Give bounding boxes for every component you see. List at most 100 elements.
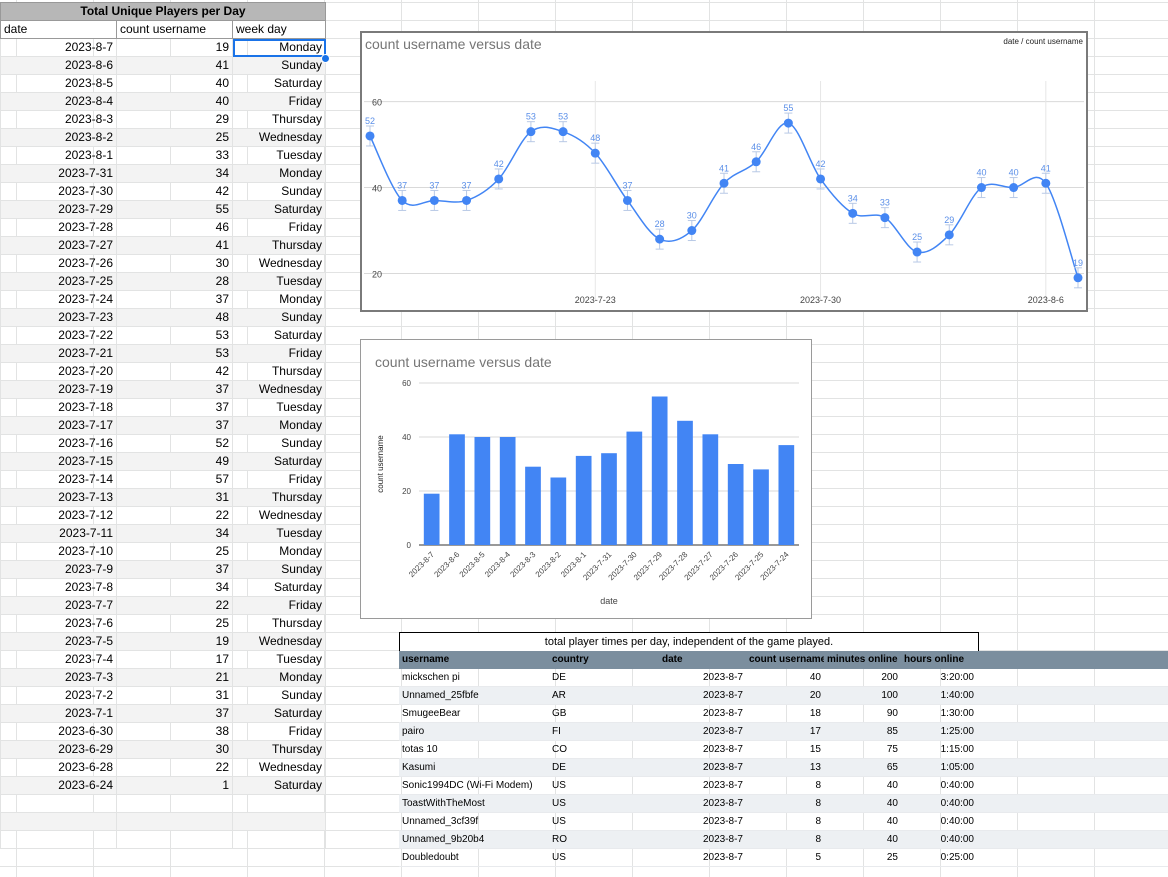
count-cell[interactable]: 57	[116, 470, 233, 489]
date-cell[interactable]: 2023-7-5	[0, 632, 117, 651]
count-cell[interactable]: 30	[116, 254, 233, 273]
count-cell[interactable]: 53	[116, 344, 233, 363]
empty-cell[interactable]	[977, 848, 1168, 867]
empty-cell[interactable]	[977, 776, 1168, 795]
empty-cell[interactable]	[232, 812, 326, 831]
date-cell[interactable]: 2023-6-29	[0, 740, 117, 759]
count-cell[interactable]: 38	[116, 722, 233, 741]
weekday-cell[interactable]: Sunday	[232, 434, 326, 453]
date-cell[interactable]: 2023-7-29	[0, 200, 117, 219]
date-cell[interactable]: 2023-7-22	[0, 326, 117, 345]
count-cell[interactable]: 8	[746, 794, 824, 813]
count-cell[interactable]: 18	[746, 704, 824, 723]
empty-header-cell[interactable]	[977, 651, 1168, 669]
empty-cell[interactable]	[977, 794, 1168, 813]
minutes-cell[interactable]: 40	[824, 794, 901, 813]
count-cell[interactable]: 25	[116, 128, 233, 147]
date-cell[interactable]: 2023-7-31	[0, 164, 117, 183]
date-cell[interactable]: 2023-7-16	[0, 434, 117, 453]
weekday-cell[interactable]: Saturday	[232, 452, 326, 471]
empty-cell[interactable]	[977, 668, 1168, 687]
weekday-cell[interactable]: Thursday	[232, 236, 326, 255]
count-cell[interactable]: 1	[116, 776, 233, 795]
weekday-cell[interactable]: Thursday	[232, 362, 326, 381]
count-cell[interactable]: 29	[116, 110, 233, 129]
empty-cell[interactable]	[0, 794, 117, 813]
weekday-cell[interactable]: Wednesday	[232, 380, 326, 399]
count-cell[interactable]: 33	[116, 146, 233, 165]
weekday-cell[interactable]: Sunday	[232, 182, 326, 201]
minutes-cell[interactable]: 40	[824, 776, 901, 795]
country-cell[interactable]: DE	[549, 668, 659, 687]
column-header-date[interactable]: date	[659, 651, 746, 669]
hours-cell[interactable]: 1:30:00	[901, 704, 977, 723]
date-cell[interactable]: 2023-8-7	[659, 722, 746, 741]
date-cell[interactable]: 2023-8-7	[0, 38, 117, 57]
date-cell[interactable]: 2023-7-17	[0, 416, 117, 435]
weekday-cell[interactable]: Thursday	[232, 614, 326, 633]
weekday-cell[interactable]: Saturday	[232, 74, 326, 93]
minutes-cell[interactable]: 65	[824, 758, 901, 777]
bar-chart[interactable]: count username versus date 0 20 40 60 2023-8-…	[360, 339, 812, 619]
country-cell[interactable]: AR	[549, 686, 659, 705]
count-cell[interactable]: 34	[116, 524, 233, 543]
weekday-cell[interactable]: Tuesday	[232, 272, 326, 291]
username-cell[interactable]: SmugeeBear	[399, 704, 549, 723]
date-cell[interactable]: 2023-7-21	[0, 344, 117, 363]
weekday-cell[interactable]: Friday	[232, 344, 326, 363]
count-cell[interactable]: 37	[116, 398, 233, 417]
hours-cell[interactable]: 1:40:00	[901, 686, 977, 705]
date-cell[interactable]: 2023-8-7	[659, 848, 746, 867]
empty-cell[interactable]	[0, 830, 117, 849]
count-cell[interactable]: 25	[116, 614, 233, 633]
weekday-cell[interactable]: Friday	[232, 596, 326, 615]
weekday-cell[interactable]: Saturday	[232, 704, 326, 723]
country-cell[interactable]: US	[549, 812, 659, 831]
weekday-cell[interactable]: Tuesday	[232, 650, 326, 669]
selection-fill-handle[interactable]	[321, 54, 330, 63]
weekday-cell[interactable]: Thursday	[232, 740, 326, 759]
weekday-cell[interactable]: Wednesday	[232, 254, 326, 273]
weekday-cell[interactable]: Monday	[232, 416, 326, 435]
empty-cell[interactable]	[977, 686, 1168, 705]
table-title[interactable]: Total Unique Players per Day	[0, 2, 326, 21]
username-cell[interactable]: Unnamed_3cf39f	[399, 812, 549, 831]
weekday-cell[interactable]: Friday	[232, 470, 326, 489]
date-cell[interactable]: 2023-8-7	[659, 668, 746, 687]
column-header-count-username[interactable]: count username	[746, 651, 824, 669]
weekday-cell[interactable]: Monday	[232, 38, 326, 57]
username-cell[interactable]: Kasumi	[399, 758, 549, 777]
date-cell[interactable]: 2023-7-27	[0, 236, 117, 255]
hours-cell[interactable]: 0:40:00	[901, 812, 977, 831]
date-cell[interactable]: 2023-8-7	[659, 830, 746, 849]
minutes-cell[interactable]: 100	[824, 686, 901, 705]
line-chart[interactable]: count username versus date date / count u…	[360, 31, 1088, 312]
username-cell[interactable]: totas 10	[399, 740, 549, 759]
column-header-country[interactable]: country	[549, 651, 659, 669]
minutes-cell[interactable]: 40	[824, 830, 901, 849]
count-cell[interactable]: 49	[116, 452, 233, 471]
hours-cell[interactable]: 0:40:00	[901, 776, 977, 795]
date-cell[interactable]: 2023-7-8	[0, 578, 117, 597]
count-cell[interactable]: 25	[116, 542, 233, 561]
minutes-cell[interactable]: 200	[824, 668, 901, 687]
column-header-hours-online[interactable]: hours online	[901, 651, 977, 669]
player-times-title[interactable]: total player times per day, independent …	[399, 632, 979, 652]
date-cell[interactable]: 2023-7-9	[0, 560, 117, 579]
weekday-cell[interactable]: Monday	[232, 164, 326, 183]
weekday-cell[interactable]: Saturday	[232, 776, 326, 795]
count-cell[interactable]: 22	[116, 596, 233, 615]
count-cell[interactable]: 17	[116, 650, 233, 669]
count-cell[interactable]: 20	[746, 686, 824, 705]
date-cell[interactable]: 2023-7-2	[0, 686, 117, 705]
count-cell[interactable]: 19	[116, 38, 233, 57]
count-cell[interactable]: 37	[116, 290, 233, 309]
empty-cell[interactable]	[977, 830, 1168, 849]
minutes-cell[interactable]: 75	[824, 740, 901, 759]
date-cell[interactable]: 2023-6-28	[0, 758, 117, 777]
count-cell[interactable]: 37	[116, 380, 233, 399]
weekday-cell[interactable]: Monday	[232, 290, 326, 309]
date-cell[interactable]: 2023-7-4	[0, 650, 117, 669]
count-cell[interactable]: 30	[116, 740, 233, 759]
date-cell[interactable]: 2023-6-30	[0, 722, 117, 741]
